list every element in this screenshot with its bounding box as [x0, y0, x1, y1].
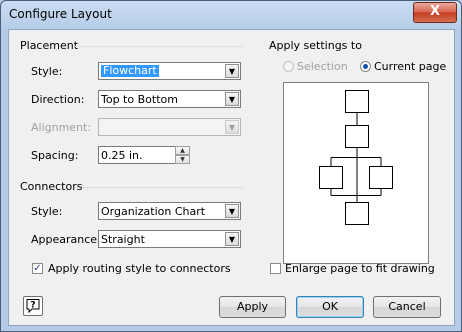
dropdown-arrow-icon[interactable]: ▼ — [225, 92, 239, 106]
direction-label: Direction: — [31, 93, 85, 106]
connector-style-dropdown[interactable]: Organization Chart ▼ — [98, 202, 241, 220]
appearance-label: Appearance: — [31, 233, 101, 246]
svg-text:?: ? — [30, 301, 35, 311]
spin-down-icon[interactable]: ▼ — [175, 155, 190, 164]
help-button[interactable]: ? — [23, 296, 43, 316]
spacing-input[interactable]: 0.25 in. — [98, 146, 177, 164]
apply-button[interactable]: Apply — [219, 296, 286, 318]
dialog-body: Placement Style: Flowchart ▼ Direction: … — [8, 29, 455, 326]
connector-style-value: Organization Chart — [101, 205, 206, 218]
enlarge-page-checkbox[interactable] — [270, 263, 281, 274]
placement-style-label: Style: — [31, 65, 63, 78]
current-page-radio-label[interactable]: Current page — [374, 60, 446, 73]
apply-settings-section-label: Apply settings to — [269, 39, 362, 52]
configure-layout-dialog: Configure Layout X Placement Style: Flow… — [0, 0, 462, 332]
placement-style-value: Flowchart — [101, 64, 159, 77]
preview-shape-top — [345, 90, 369, 113]
enlarge-page-label[interactable]: Enlarge page to fit drawing — [285, 262, 435, 275]
spacing-value: 0.25 in. — [101, 149, 143, 162]
connectors-divider — [83, 187, 243, 188]
routing-style-checkbox[interactable]: ✓ — [32, 263, 43, 274]
preview-shape-bottom — [345, 202, 369, 225]
preview-shape-left — [319, 166, 343, 189]
placement-style-dropdown[interactable]: Flowchart ▼ — [98, 62, 241, 80]
cancel-button[interactable]: Cancel — [373, 296, 441, 318]
routing-style-label[interactable]: Apply routing style to connectors — [48, 262, 231, 275]
layout-preview — [283, 82, 429, 264]
flowchart-preview-diagram — [319, 90, 393, 225]
spin-up-icon[interactable]: ▲ — [175, 146, 190, 155]
placement-section-label: Placement — [20, 39, 79, 52]
checkmark-icon: ✓ — [33, 263, 42, 274]
connector-style-label: Style: — [31, 205, 63, 218]
appearance-value: Straight — [101, 233, 145, 246]
help-icon: ? — [26, 299, 40, 314]
dialog-title: Configure Layout — [9, 7, 112, 21]
spacing-label: Spacing: — [31, 149, 79, 162]
dropdown-arrow-icon[interactable]: ▼ — [225, 120, 239, 134]
connectors-section-label: Connectors — [20, 180, 83, 193]
appearance-dropdown[interactable]: Straight ▼ — [98, 230, 241, 248]
direction-dropdown[interactable]: Top to Bottom ▼ — [98, 90, 241, 108]
alignment-dropdown[interactable]: ▼ — [98, 118, 241, 136]
title-bar[interactable]: Configure Layout X — [1, 1, 461, 29]
placement-divider — [75, 46, 243, 47]
ok-button[interactable]: OK — [296, 296, 364, 318]
close-icon: X — [429, 4, 441, 19]
preview-shape-second — [345, 125, 369, 148]
preview-shape-right — [369, 166, 393, 189]
dropdown-arrow-icon[interactable]: ▼ — [225, 64, 239, 78]
selection-radio-label[interactable]: Selection — [297, 60, 348, 73]
direction-value: Top to Bottom — [101, 93, 178, 106]
close-button[interactable]: X — [413, 2, 457, 23]
current-page-radio[interactable] — [360, 61, 371, 72]
spacing-spinner[interactable]: ▲ ▼ — [175, 146, 190, 164]
alignment-label: Alignment: — [31, 121, 92, 134]
dropdown-arrow-icon[interactable]: ▼ — [225, 232, 239, 246]
dropdown-arrow-icon[interactable]: ▼ — [225, 204, 239, 218]
selection-radio[interactable] — [283, 61, 294, 72]
